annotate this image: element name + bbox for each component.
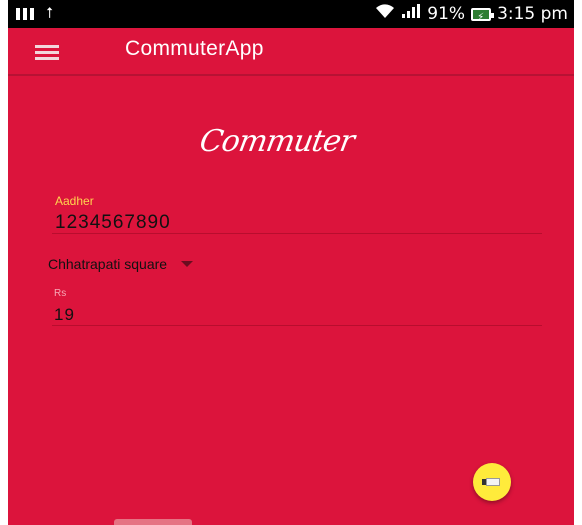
- dropdown-arrow-icon: [181, 261, 194, 267]
- bottom-nav-hint: [114, 519, 192, 525]
- sim-icon: [16, 6, 34, 20]
- status-bar: ⭡ 91% ⚡ 3:15 pm: [8, 0, 574, 28]
- usb-icon: ⭡: [46, 4, 54, 22]
- aadhar-input-underline: [52, 233, 542, 234]
- fare-field-label: Rs: [54, 288, 67, 299]
- status-right: 91% ⚡ 3:15 pm: [375, 3, 568, 25]
- signal-icon: [401, 3, 421, 25]
- status-left-icons: ⭡: [16, 4, 53, 22]
- aadhar-input[interactable]: 1234567890: [55, 212, 171, 234]
- hamburger-menu-icon[interactable]: [35, 45, 59, 60]
- aadhar-field-label: Aadher: [55, 194, 94, 208]
- route-dropdown-value: Chhatrapati square: [48, 256, 168, 272]
- battery-icon: ⚡: [471, 7, 495, 23]
- app-title: CommuterApp: [125, 37, 264, 60]
- fare-input-underline: [52, 325, 542, 326]
- battery-percent: 91%: [427, 4, 466, 24]
- app-logo: Commuter: [196, 124, 357, 159]
- app-bar: CommuterApp: [8, 28, 574, 76]
- app-screen: ⭡ 91% ⚡ 3:15 pm CommuterApp Commuter Aad…: [8, 0, 574, 525]
- fare-input[interactable]: 19: [54, 305, 75, 325]
- status-time: 3:15 pm: [497, 4, 568, 24]
- wifi-icon: [375, 3, 395, 25]
- route-dropdown[interactable]: Chhatrapati square: [48, 256, 194, 272]
- ticket-icon: [482, 477, 502, 487]
- ticket-fab-button[interactable]: [473, 463, 511, 501]
